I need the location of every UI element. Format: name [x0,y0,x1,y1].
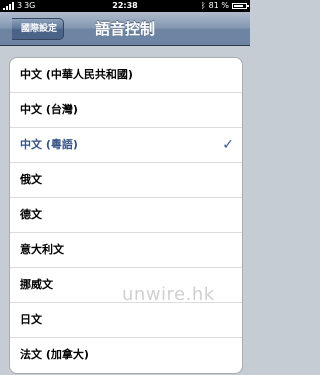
list-item-label: 中文 (粵語) [20,138,78,151]
list-item-label: 挪威文 [20,278,53,291]
list-item-label: 法文 (加拿大) [20,348,89,361]
checkmark-icon: ✓ [222,137,234,153]
list-item[interactable]: 中文 (中華人民共和國) [10,58,242,93]
status-bar: 3 3G 22:38 ᛒ 81 % [0,0,250,12]
list-item[interactable]: 中文 (台灣) [10,93,242,128]
bluetooth-icon: ᛒ [200,1,206,10]
list-item[interactable]: 意大利文 [10,233,242,268]
list-item-label: 日文 [20,313,42,326]
list-item[interactable]: 法文 (加拿大) [10,338,242,373]
page-title: 語音控制 [94,20,155,38]
battery-percent: 81 % [208,1,229,10]
navigation-bar: 國際設定 語音控制 [0,12,250,46]
list-item[interactable]: 德文 [10,198,242,233]
list-item-label: 中文 (中華人民共和國) [20,68,133,81]
list-item-label: 德文 [20,208,42,221]
list-item-label: 俄文 [20,173,42,186]
list-item[interactable]: 中文 (粵語) ✓ [10,128,242,163]
list-item[interactable]: 日文 [10,303,242,338]
status-right: ᛒ 81 % [200,0,249,12]
list-item-label: 中文 (台灣) [20,103,78,116]
watermark: unwire.hk [122,284,215,305]
battery-icon [232,3,249,9]
language-list: 中文 (中華人民共和國) 中文 (台灣) 中文 (粵語) ✓ 俄文德文意大利文挪威文日文… [9,57,243,374]
list-item-label: 意大利文 [20,243,64,256]
list-item[interactable]: 俄文 [10,163,242,198]
